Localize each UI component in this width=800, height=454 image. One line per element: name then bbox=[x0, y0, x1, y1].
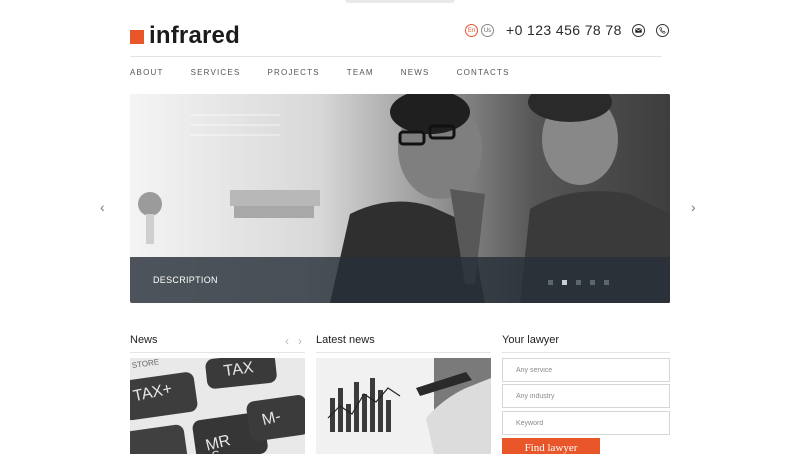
phone-number: +0 123 456 78 78 bbox=[506, 22, 622, 38]
slider-next-arrow[interactable]: › bbox=[691, 200, 701, 214]
slide-caption-text: DESCRIPTION bbox=[153, 275, 218, 285]
slider-dot[interactable] bbox=[590, 280, 595, 285]
language-us-button[interactable]: Us bbox=[481, 24, 494, 37]
calculator-keys-image: TAX+ TAX M- MR C STORE bbox=[130, 358, 305, 454]
news-arrows: ‹ › bbox=[276, 334, 302, 348]
language-en-button[interactable]: En bbox=[465, 24, 478, 37]
chart-paper-image bbox=[316, 358, 491, 454]
logo[interactable]: infrared bbox=[130, 22, 240, 50]
nav-item-services[interactable]: SERVICES bbox=[191, 68, 241, 77]
your-lawyer-title: Your lawyer bbox=[502, 334, 560, 346]
main-nav: ABOUT SERVICES PROJECTS TEAM NEWS CONTAC… bbox=[130, 68, 537, 77]
industry-input[interactable] bbox=[502, 384, 670, 408]
hero-slider[interactable]: DESCRIPTION bbox=[130, 94, 670, 303]
news-next-arrow[interactable]: › bbox=[298, 334, 302, 348]
slider-dots bbox=[548, 280, 618, 285]
news-title: News bbox=[130, 334, 158, 346]
nav-item-about[interactable]: ABOUT bbox=[130, 68, 164, 77]
find-lawyer-button[interactable]: Find lawyer bbox=[502, 438, 600, 454]
keyword-input[interactable] bbox=[502, 411, 670, 435]
envelope-icon[interactable] bbox=[632, 24, 645, 37]
news-prev-arrow[interactable]: ‹ bbox=[285, 334, 289, 348]
news-divider bbox=[130, 352, 305, 353]
header-divider bbox=[130, 56, 662, 57]
slider-dot[interactable] bbox=[548, 280, 553, 285]
header: infrared En Us +0 123 456 78 78 bbox=[130, 18, 670, 56]
slider-dot-active[interactable] bbox=[562, 280, 567, 285]
slider-dot[interactable] bbox=[576, 280, 581, 285]
nav-item-contacts[interactable]: CONTACTS bbox=[457, 68, 510, 77]
slider-dot[interactable] bbox=[604, 280, 609, 285]
latest-news-divider bbox=[316, 352, 491, 353]
your-lawyer-divider bbox=[502, 352, 670, 353]
latest-news-title: Latest news bbox=[316, 334, 375, 346]
slider-prev-arrow[interactable]: ‹ bbox=[100, 200, 110, 214]
phone-icon[interactable] bbox=[656, 24, 669, 37]
news-thumbnail[interactable]: TAX+ TAX M- MR C STORE bbox=[130, 358, 305, 454]
nav-item-team[interactable]: TEAM bbox=[347, 68, 374, 77]
top-tab bbox=[345, 0, 455, 3]
nav-item-projects[interactable]: PROJECTS bbox=[267, 68, 319, 77]
logo-text: infrared bbox=[149, 22, 240, 49]
logo-square-icon bbox=[130, 30, 144, 44]
latest-news-thumbnail[interactable] bbox=[316, 358, 491, 454]
service-input[interactable] bbox=[502, 358, 670, 382]
nav-item-news[interactable]: NEWS bbox=[401, 68, 430, 77]
